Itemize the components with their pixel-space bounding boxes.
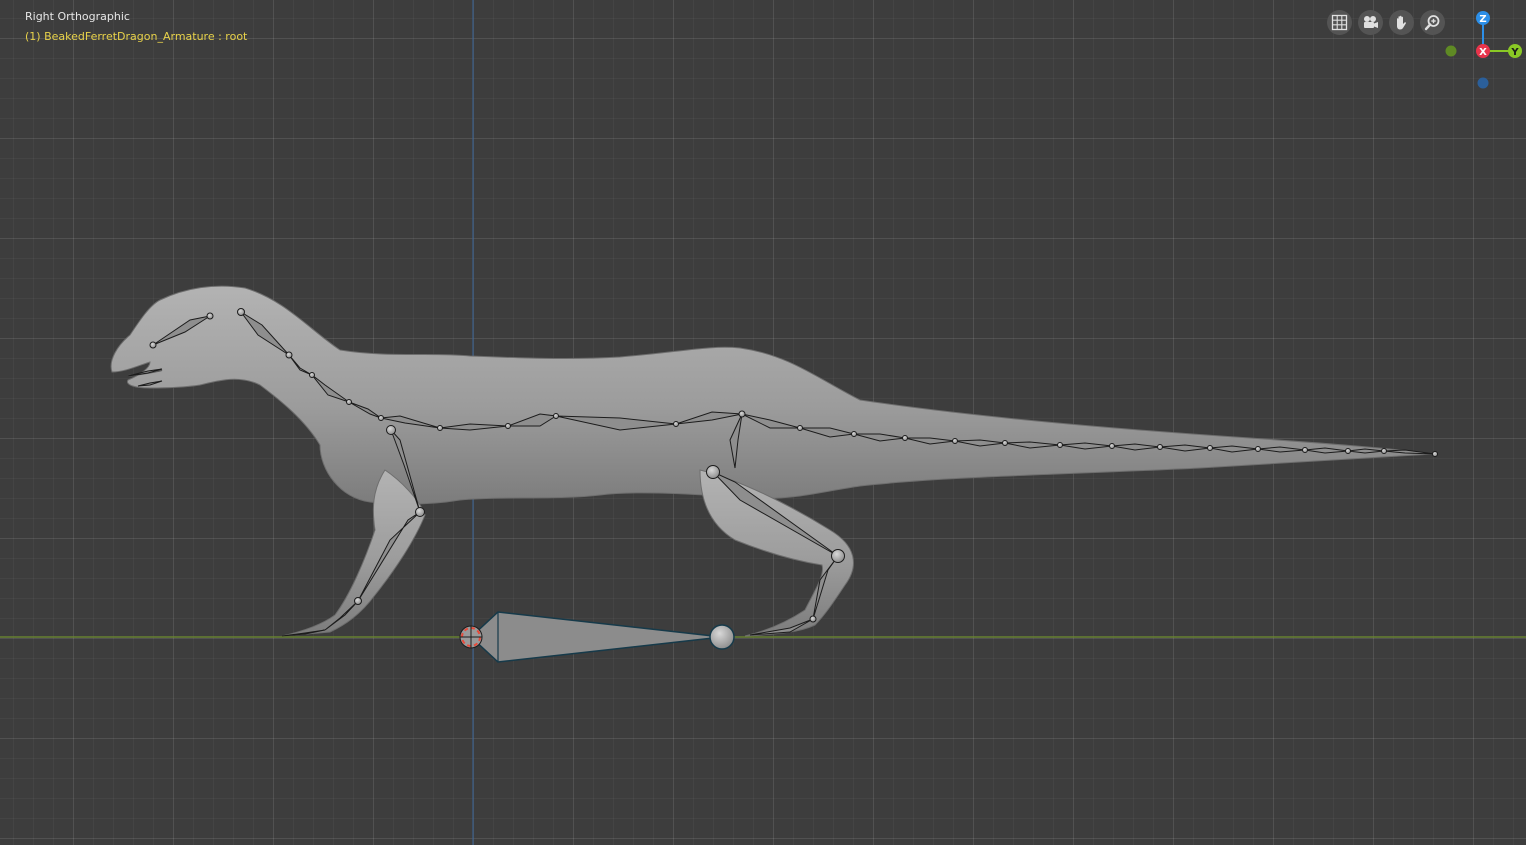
viewport-nav-buttons: [1327, 10, 1445, 35]
navigation-gizmo[interactable]: Z X Y: [1445, 11, 1523, 89]
camera-view-button[interactable]: [1358, 10, 1383, 35]
view-name-label: Right Orthographic: [25, 10, 130, 23]
active-object-info: (1) BeakedFerretDragon_Armature : root: [25, 30, 248, 43]
gizmo-x-label: X: [1479, 47, 1487, 58]
root-bone[interactable]: [469, 611, 735, 663]
toggle-grid-button[interactable]: [1327, 10, 1352, 35]
3d-viewport[interactable]: Z X Y Right Orthographic (1) BeakedFerre…: [0, 0, 1526, 845]
camera-view-icon: [1364, 16, 1378, 28]
creature-mesh[interactable]: [110, 285, 1434, 637]
scene-canvas[interactable]: Z X Y: [0, 0, 1526, 845]
pan-view-button[interactable]: [1389, 10, 1414, 35]
gizmo-neg-z-dot[interactable]: [1477, 77, 1489, 89]
gizmo-y-label: Y: [1510, 47, 1519, 58]
zoom-icon: [1424, 15, 1440, 31]
zoom-view-button[interactable]: [1420, 10, 1445, 35]
gizmo-z-label: Z: [1479, 14, 1486, 25]
pan-hand-icon: [1397, 15, 1406, 30]
grid-view-icon: [1331, 14, 1348, 31]
3d-cursor[interactable]: [459, 625, 483, 649]
gizmo-neg-y-dot[interactable]: [1445, 45, 1457, 57]
